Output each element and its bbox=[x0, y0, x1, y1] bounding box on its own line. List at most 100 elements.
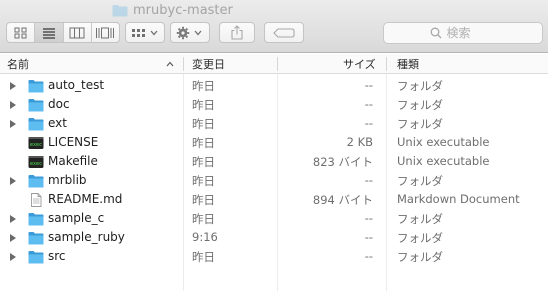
disclosure-triangle-icon[interactable] bbox=[10, 82, 16, 90]
file-row[interactable]: sample_c 昨日 -- フォルダ bbox=[0, 210, 548, 229]
folder-icon bbox=[28, 231, 44, 245]
disclosure-triangle-icon[interactable] bbox=[10, 234, 16, 242]
file-row[interactable]: ext 昨日 -- フォルダ bbox=[0, 115, 548, 134]
file-row[interactable]: mrblib 昨日 -- フォルダ bbox=[0, 172, 548, 191]
column-divider[interactable] bbox=[183, 57, 184, 71]
svg-text:exec: exec bbox=[30, 142, 42, 148]
list-view-icon bbox=[42, 27, 55, 39]
tag-icon bbox=[273, 27, 295, 38]
folder-icon bbox=[28, 174, 44, 188]
disclosure-triangle-icon[interactable] bbox=[10, 253, 16, 261]
file-size: -- bbox=[364, 78, 373, 92]
file-date: 昨日 bbox=[192, 193, 215, 207]
column-date-label: 変更日 bbox=[192, 58, 225, 71]
file-row[interactable]: README.md 昨日 894 バイト Markdown Document bbox=[0, 191, 548, 210]
gear-icon bbox=[176, 26, 202, 39]
file-size: -- bbox=[364, 173, 373, 187]
file-row[interactable]: src 昨日 -- フォルダ bbox=[0, 248, 548, 267]
folder-icon bbox=[112, 4, 128, 17]
file-name: src bbox=[48, 249, 66, 263]
column-divider[interactable] bbox=[386, 57, 387, 71]
file-name: auto_test bbox=[48, 78, 105, 92]
sort-chevron-up-icon[interactable] bbox=[166, 61, 174, 67]
disclosure-triangle-icon[interactable] bbox=[10, 120, 16, 128]
file-kind: Markdown Document bbox=[397, 192, 520, 206]
file-name: README.md bbox=[48, 192, 123, 206]
file-date: 昨日 bbox=[192, 117, 215, 131]
folder-icon bbox=[28, 250, 44, 264]
file-date: 昨日 bbox=[192, 212, 215, 226]
share-icon bbox=[231, 25, 243, 40]
column-header-kind[interactable]: 種類 bbox=[397, 54, 419, 74]
list-view-button[interactable] bbox=[35, 23, 64, 42]
column-header: 名前 変更日 サイズ 種類 bbox=[0, 54, 548, 74]
view-mode-segmented-control bbox=[6, 22, 120, 43]
folder-icon bbox=[28, 212, 44, 226]
file-date: 昨日 bbox=[192, 136, 215, 150]
toolbar: mrubyc-master bbox=[0, 0, 548, 53]
file-kind: フォルダ bbox=[397, 79, 443, 93]
folder-icon bbox=[28, 98, 44, 112]
share-button[interactable] bbox=[219, 22, 255, 43]
column-divider[interactable] bbox=[277, 57, 278, 71]
file-size: 894 バイト bbox=[312, 193, 373, 207]
folder-icon bbox=[28, 79, 44, 93]
search-icon bbox=[430, 27, 441, 39]
file-name: ext bbox=[48, 116, 67, 130]
file-date: 昨日 bbox=[192, 155, 215, 169]
search-input[interactable] bbox=[446, 26, 497, 40]
file-name: doc bbox=[48, 97, 70, 111]
icon-view-button[interactable] bbox=[7, 23, 36, 42]
file-date: 昨日 bbox=[192, 250, 215, 264]
group-by-button[interactable] bbox=[125, 22, 165, 43]
disclosure-triangle-icon[interactable] bbox=[10, 177, 16, 185]
window-title-text: mrubyc-master bbox=[133, 2, 233, 18]
file-row[interactable]: exec Makefile 昨日 823 バイト Unix executable bbox=[0, 153, 548, 172]
file-kind: フォルダ bbox=[397, 98, 443, 112]
file-date: 昨日 bbox=[192, 79, 215, 93]
cover-flow-button[interactable] bbox=[92, 23, 119, 42]
svg-text:exec: exec bbox=[30, 161, 42, 167]
search-field[interactable] bbox=[383, 22, 543, 44]
file-name: sample_c bbox=[48, 211, 105, 225]
file-kind: Unix executable bbox=[397, 154, 490, 168]
folder-icon bbox=[28, 117, 44, 131]
file-row[interactable]: auto_test 昨日 -- フォルダ bbox=[0, 77, 548, 96]
file-row[interactable]: exec LICENSE 昨日 2 KB Unix executable bbox=[0, 134, 548, 153]
window-title: mrubyc-master bbox=[112, 2, 233, 18]
file-size: -- bbox=[364, 211, 373, 225]
group-grid-icon bbox=[132, 28, 158, 37]
file-row[interactable]: sample_ruby 9:16 -- フォルダ bbox=[0, 229, 548, 248]
file-size: -- bbox=[364, 116, 373, 130]
icon-view-icon bbox=[14, 27, 27, 38]
column-header-size[interactable]: サイズ bbox=[343, 54, 376, 74]
column-size-label: サイズ bbox=[343, 58, 376, 71]
file-name: sample_ruby bbox=[48, 230, 125, 244]
document-icon bbox=[28, 193, 44, 207]
file-size: 823 バイト bbox=[312, 155, 373, 169]
file-kind: フォルダ bbox=[397, 117, 443, 131]
file-kind: フォルダ bbox=[397, 231, 443, 245]
column-name-label: 名前 bbox=[7, 58, 29, 71]
file-date: 昨日 bbox=[192, 98, 215, 112]
tag-button[interactable] bbox=[264, 22, 304, 43]
file-kind: フォルダ bbox=[397, 174, 443, 188]
disclosure-triangle-icon[interactable] bbox=[10, 215, 16, 223]
file-kind: Unix executable bbox=[397, 135, 490, 149]
terminal-executable-icon: exec bbox=[28, 136, 44, 150]
column-view-button[interactable] bbox=[64, 23, 92, 42]
file-size: -- bbox=[364, 249, 373, 263]
file-name: mrblib bbox=[48, 173, 87, 187]
file-row[interactable]: doc 昨日 -- フォルダ bbox=[0, 96, 548, 115]
column-header-date[interactable]: 変更日 bbox=[192, 54, 225, 74]
file-kind: フォルダ bbox=[397, 250, 443, 264]
file-name: LICENSE bbox=[48, 135, 99, 149]
file-date: 昨日 bbox=[192, 174, 215, 188]
terminal-executable-icon: exec bbox=[28, 155, 44, 169]
cover-flow-icon bbox=[96, 27, 115, 38]
file-size: -- bbox=[364, 97, 373, 111]
file-kind: フォルダ bbox=[397, 212, 443, 226]
disclosure-triangle-icon[interactable] bbox=[10, 101, 16, 109]
column-header-name[interactable]: 名前 bbox=[7, 54, 29, 74]
action-button[interactable] bbox=[170, 22, 210, 43]
